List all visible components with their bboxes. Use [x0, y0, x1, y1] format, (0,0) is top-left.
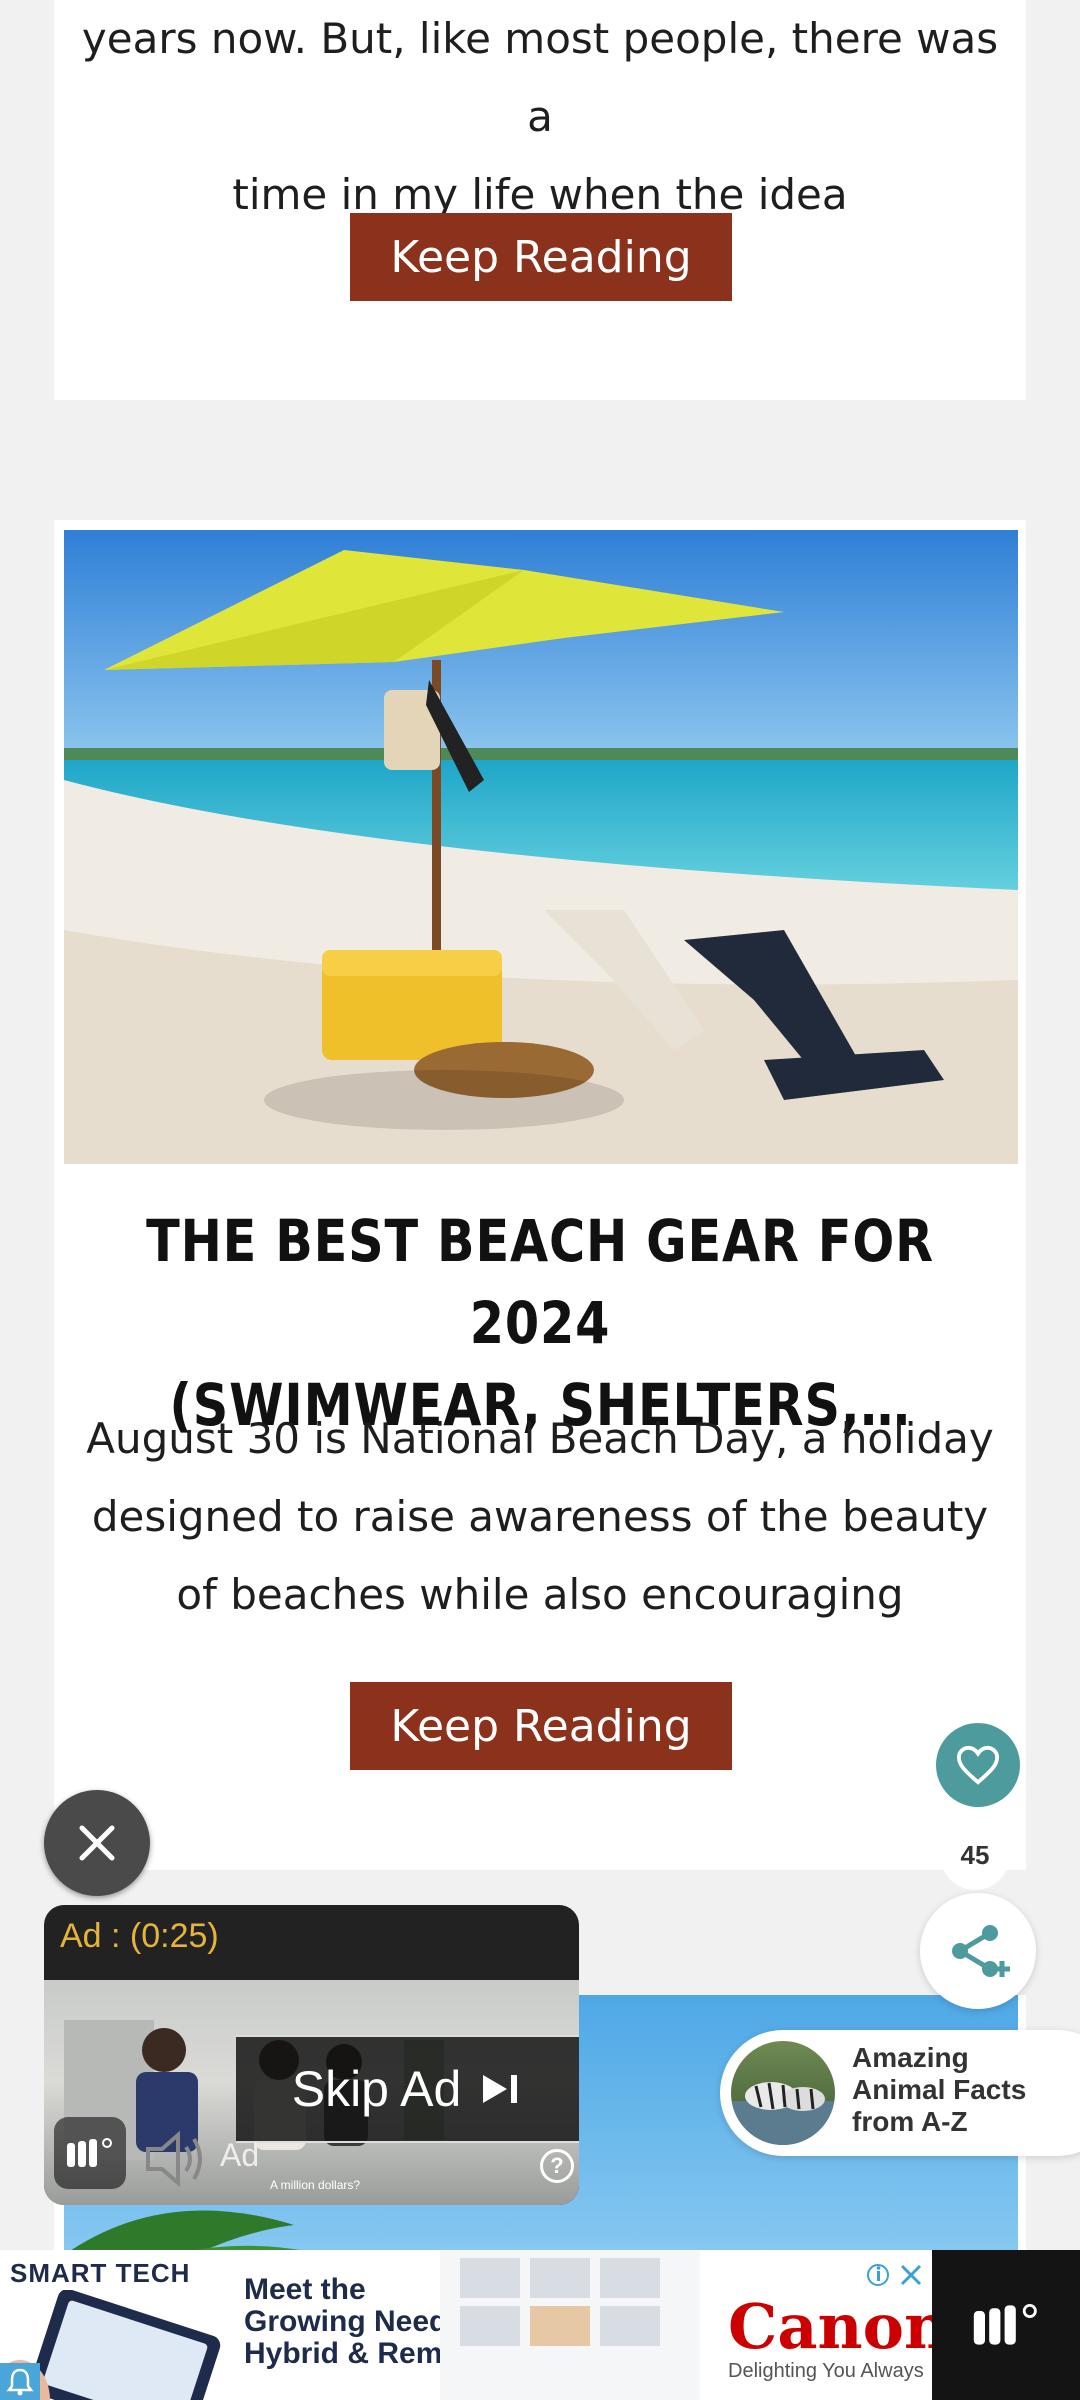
brand-logo-icon [67, 2138, 112, 2167]
excerpt-line: of beaches while also encouraging [176, 1570, 904, 1619]
smart-tech-logo: SMART TECH [10, 2258, 191, 2288]
article-excerpt: years now. But, like most people, there … [54, 0, 1026, 234]
article-card-beach-gear: THE BEST BEACH GEAR FOR 2024 (SWIMWEAR, … [54, 520, 1026, 1870]
recommended-title-line: Amazing [852, 2042, 969, 2073]
like-button[interactable] [936, 1723, 1020, 1807]
recommended-title-line: from A-Z [852, 2106, 968, 2137]
video-call-grid-image [440, 2250, 700, 2400]
mute-button[interactable] [140, 2123, 212, 2200]
excerpt-line: designed to raise awareness of the beaut… [91, 1492, 989, 1541]
adchoices[interactable] [862, 2258, 928, 2292]
speaker-icon [146, 2130, 202, 2188]
bell-icon [6, 2368, 34, 2395]
excerpt-line: years now. But, like most people, there … [81, 14, 999, 141]
canon-tagline: Delighting You Always [728, 2360, 924, 2382]
heart-icon [956, 1745, 1000, 1785]
ad-timer: Ad : (0:25) [60, 1917, 219, 1955]
skip-ad-button[interactable]: Skip Ad [236, 2035, 579, 2143]
close-ad-button[interactable] [44, 1790, 150, 1896]
banner-ad[interactable]: SMART TECH Meet the Growing Needs of Hyb… [0, 2250, 932, 2400]
video-ad-player[interactable]: Ad : (0:25) Skip Ad Ad A million dollars… [44, 1905, 579, 2205]
title-line: THE BEST BEACH GEAR FOR 2024 [146, 1207, 934, 1357]
recommended-title: Amazing Animal Facts from A-Z [852, 2042, 1072, 2138]
beach-scene-image [64, 530, 1018, 1164]
like-count: 45 [940, 1820, 1010, 1890]
recommended-article[interactable]: Amazing Animal Facts from A-Z [720, 2030, 1080, 2156]
share-button[interactable] [920, 1893, 1036, 2009]
skip-ad-label: Skip Ad [291, 2061, 462, 2117]
article-image[interactable] [64, 530, 1018, 1164]
keep-reading-button[interactable]: Keep Reading [350, 1682, 732, 1770]
brand-logo [54, 2117, 126, 2189]
canon-logo: Canon [728, 2290, 932, 2363]
share-icon [952, 1925, 1010, 1977]
excerpt-line: August 30 is National Beach Day, a holid… [86, 1414, 994, 1463]
article-excerpt: August 30 is National Beach Day, a holid… [74, 1400, 1006, 1634]
close-icon [79, 1825, 115, 1861]
brand-logo-icon [973, 2304, 1037, 2345]
ad-network-badge [932, 2250, 1080, 2400]
close-icon[interactable] [898, 2262, 924, 2288]
ad-label: Ad [220, 2137, 260, 2173]
zebra-thumbnail [728, 2038, 838, 2148]
adchoices-icon [867, 2264, 889, 2286]
article-card-previous: years now. But, like most people, there … [54, 0, 1026, 400]
recommended-title-line: Animal Facts [852, 2074, 1027, 2105]
help-icon[interactable]: ? [540, 2149, 574, 2183]
ad-caption: A million dollars? [270, 2178, 361, 2192]
skip-next-icon [483, 2075, 518, 2103]
keep-reading-button[interactable]: Keep Reading [350, 213, 732, 301]
notification-button[interactable] [0, 2363, 40, 2400]
zebra-image [731, 2082, 835, 2145]
